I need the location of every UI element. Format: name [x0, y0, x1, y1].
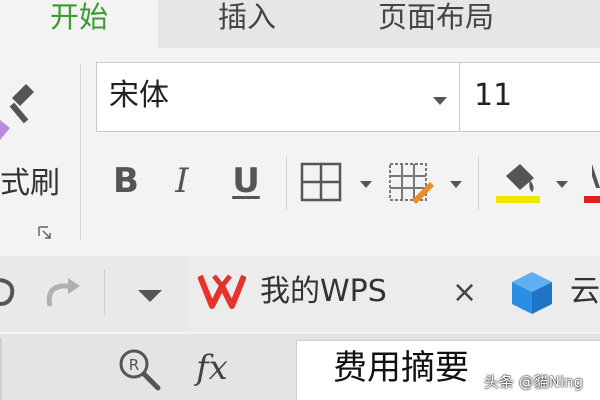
underline-button[interactable]: U: [226, 158, 266, 204]
zoom-search-icon[interactable]: R: [116, 346, 164, 394]
bold-button[interactable]: B: [106, 158, 146, 204]
tab-insert[interactable]: 插入: [218, 0, 276, 48]
ribbon-separator: [478, 156, 479, 210]
dialog-launcher-icon[interactable]: [38, 226, 52, 240]
tab-page-layout[interactable]: 页面布局: [378, 0, 494, 48]
redo-icon[interactable]: [42, 276, 82, 310]
font-name-select[interactable]: 宋体: [96, 62, 460, 132]
format-painter-icon: [0, 84, 34, 140]
insert-function-button[interactable]: fx: [196, 348, 228, 388]
close-tab-icon[interactable]: ×: [452, 276, 477, 310]
tab-my-wps-label: 我的WPS: [260, 274, 387, 309]
qat-separator: [104, 270, 105, 316]
chevron-down-icon[interactable]: [450, 181, 462, 188]
draw-border-icon: [389, 163, 434, 204]
italic-button[interactable]: I: [162, 158, 202, 204]
customize-qat-chevron-icon[interactable]: [138, 290, 162, 302]
format-painter-label: 式刷: [0, 166, 60, 201]
formula-value: 费用摘要: [333, 348, 469, 388]
font-name-value: 宋体: [109, 78, 169, 113]
ribbon-separator: [80, 64, 81, 240]
font-size-value: 11: [474, 78, 513, 113]
chevron-down-icon[interactable]: [433, 97, 447, 105]
tab-cloud-label: 云: [570, 274, 600, 309]
ribbon-separator: [286, 156, 287, 210]
borders-grid-icon: [300, 162, 342, 202]
font-size-select[interactable]: 11: [460, 62, 600, 132]
paint-bucket-icon: [496, 164, 540, 203]
formula-separator: [0, 338, 2, 400]
ribbon-tab-strip: 开始 插入 页面布局: [0, 0, 600, 48]
svg-text:R: R: [129, 356, 139, 374]
font-color-icon: [584, 164, 600, 203]
wps-logo-icon: [198, 274, 246, 309]
chevron-down-icon[interactable]: [556, 181, 568, 188]
watermark: 头条 @貓Ning: [484, 373, 584, 391]
chevron-down-icon[interactable]: [360, 181, 372, 188]
undo-icon[interactable]: [0, 274, 16, 310]
cloud-cube-icon: [512, 272, 552, 314]
tab-home[interactable]: 开始: [0, 0, 158, 48]
